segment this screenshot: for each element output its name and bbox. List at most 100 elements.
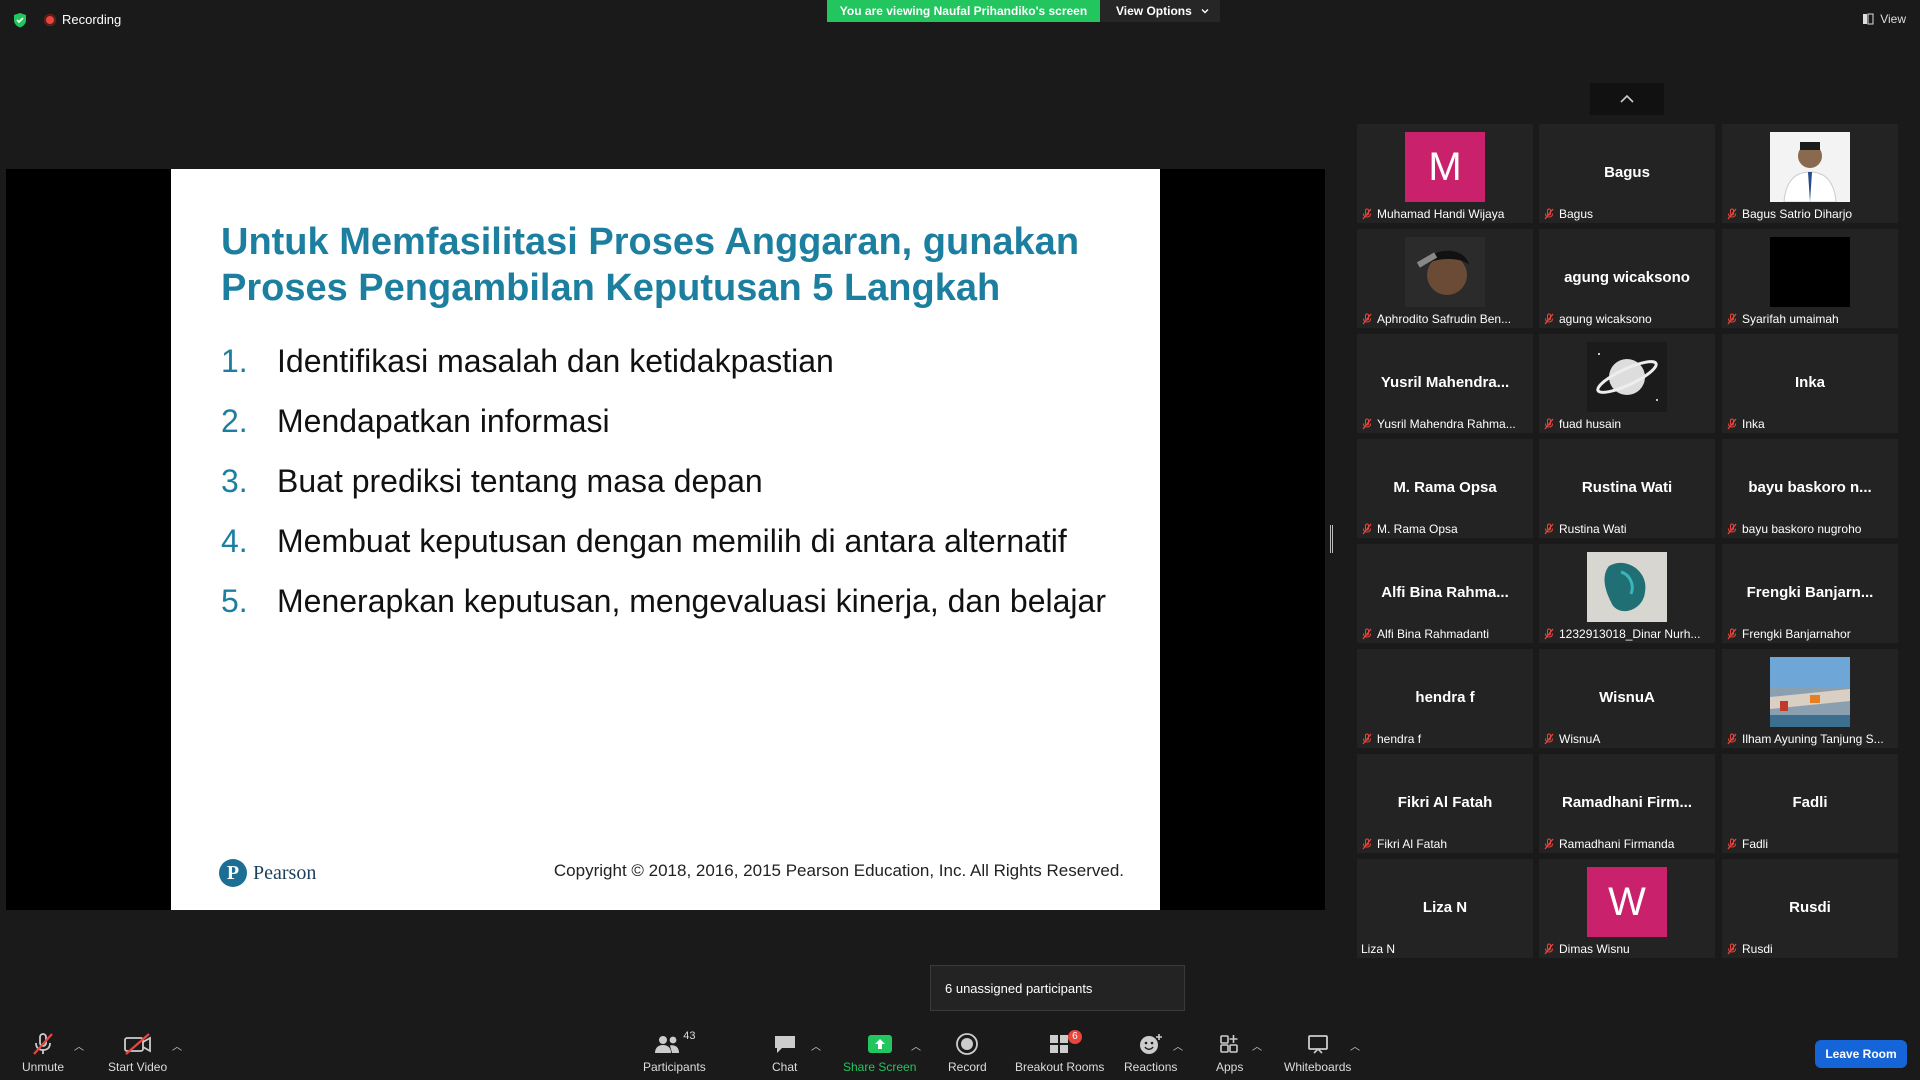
unmute-label: Unmute [22,1060,65,1074]
pearson-logo: P Pearson [219,859,316,887]
apps-icon [1219,1035,1238,1053]
record-button[interactable]: Record [948,1030,987,1074]
participant-name: Rustina Wati [1559,522,1627,536]
slide-step: 1. Identifikasi masalah dan ketidakpastia… [221,341,1121,381]
apps-options-caret-icon[interactable]: ︿ [1252,1038,1262,1053]
participant-tile[interactable]: Inka Inka [1722,334,1898,433]
gallery-collapse-button[interactable] [1590,83,1664,115]
participant-name-label: Muhamad Handi Wijaya [1361,207,1529,221]
participant-tile[interactable]: Fadli Fadli [1722,754,1898,853]
participant-tile[interactable]: bayu baskoro n... bayu baskoro nugroho [1722,439,1898,538]
share-screen-label: Share Screen [843,1060,917,1074]
participant-tile[interactable]: 1232913018_Dinar Nurh... [1539,544,1715,643]
step-text: Mendapatkan informasi [277,403,610,439]
participant-tile[interactable]: agung wicaksono agung wicaksono [1539,229,1715,328]
view-layout-button[interactable]: View [1862,12,1906,26]
start-video-button[interactable]: Start Video [108,1030,167,1074]
participant-name-label: Fadli [1726,837,1894,851]
participant-video-thumbnail [1770,657,1850,727]
participant-name: Inka [1742,417,1765,431]
participant-tile[interactable]: fuad husain [1539,334,1715,433]
participant-tile[interactable]: Rusdi Rusdi [1722,859,1898,958]
participant-tile[interactable]: Alfi Bina Rahma... Alfi Bina Rahmadanti [1357,544,1533,643]
microphone-muted-icon [1726,523,1738,535]
participant-display-name: Ramadhani Firm... [1561,794,1693,811]
participant-name-label: Alfi Bina Rahmadanti [1361,627,1529,641]
breakout-rooms-badge: 6 [1068,1030,1082,1044]
video-options-caret-icon[interactable]: ︿ [172,1038,182,1053]
participant-tile[interactable]: Bagus Satrio Diharjo [1722,124,1898,223]
step-number: 1. [221,343,248,379]
reactions-options-caret-icon[interactable]: ︿ [1173,1038,1183,1053]
participants-label: Participants [643,1060,706,1074]
participant-tile[interactable]: Yusril Mahendra... Yusril Mahendra Rahma.… [1357,334,1533,433]
participant-display-name: Alfi Bina Rahma... [1381,584,1509,601]
unmute-button[interactable]: Unmute [22,1030,64,1074]
microphone-muted-icon [1543,838,1555,850]
participant-name-label: Bagus Satrio Diharjo [1726,207,1894,221]
participant-name: Frengki Banjarnahor [1742,627,1851,641]
view-options-button[interactable]: View Options [1100,0,1220,22]
participant-tile[interactable]: M. Rama Opsa M. Rama Opsa [1357,439,1533,538]
chat-button[interactable]: Chat [772,1030,797,1074]
recording-indicator[interactable]: Recording [44,12,121,27]
participant-tile[interactable]: Fikri Al Fatah Fikri Al Fatah [1357,754,1533,853]
participant-name: Yusril Mahendra Rahma... [1377,417,1516,431]
step-text: Buat prediksi tentang masa depan [277,463,763,499]
reactions-button[interactable]: Reactions [1124,1030,1177,1074]
unassigned-participants-tooltip[interactable]: 6 unassigned participants [930,965,1185,1011]
participant-name: WisnuA [1559,732,1601,746]
participant-tile[interactable]: Bagus Bagus [1539,124,1715,223]
panel-resize-handle[interactable] [1330,525,1333,553]
chevron-up-icon [1620,94,1634,103]
microphone-muted-icon [1543,733,1555,745]
slide-step: 3. Buat prediksi tentang masa depan [221,461,1121,501]
participant-tile[interactable]: Syarifah umaimah [1722,229,1898,328]
participant-tile[interactable]: Ilham Ayuning Tanjung S... [1722,649,1898,748]
shield-icon[interactable] [12,12,28,28]
participant-display-name: bayu baskoro n... [1748,479,1872,496]
apps-button[interactable]: Apps [1216,1030,1243,1074]
chat-options-caret-icon[interactable]: ︿ [811,1038,821,1053]
participants-count: 43 [683,1030,696,1042]
participant-tile[interactable]: W Dimas Wisnu [1539,859,1715,958]
microphone-muted-icon [1726,313,1738,325]
participant-display-name: WisnuA [1599,689,1655,706]
participant-tile[interactable]: Rustina Wati Rustina Wati [1539,439,1715,538]
whiteboards-options-caret-icon[interactable]: ︿ [1350,1038,1360,1053]
share-options-caret-icon[interactable]: ︿ [911,1038,921,1053]
apps-label: Apps [1216,1060,1244,1074]
microphone-muted-icon [1543,943,1555,955]
participant-name: fuad husain [1559,417,1622,431]
participant-name-label: 1232913018_Dinar Nurh... [1543,627,1711,641]
share-screen-button[interactable]: Share Screen [843,1030,916,1074]
whiteboard-icon [1307,1035,1328,1054]
record-icon [956,1033,979,1055]
participant-tile[interactable]: Liza N Liza N [1357,859,1533,958]
participant-tile[interactable]: M Muhamad Handi Wijaya [1357,124,1533,223]
view-options-label: View Options [1116,4,1192,18]
participant-display-name: Bagus [1604,164,1650,181]
participant-name-label: Dimas Wisnu [1543,942,1711,956]
presentation-slide: Untuk Memfasilitasi Proses Anggaran, gun… [171,169,1160,910]
leave-room-button[interactable]: Leave Room [1815,1040,1907,1068]
microphone-muted-icon [33,1033,53,1055]
participant-tile[interactable]: Frengki Banjarn... Frengki Banjarnahor [1722,544,1898,643]
participant-name-label: WisnuA [1543,732,1711,746]
participants-button[interactable]: 43 Participants [643,1030,706,1074]
participant-video-thumbnail [1587,552,1667,622]
participant-name-label: Frengki Banjarnahor [1726,627,1894,641]
slide-title: Untuk Memfasilitasi Proses Anggaran, gun… [221,219,1121,311]
pearson-p-icon: P [219,859,247,887]
participant-name: bayu baskoro nugroho [1742,522,1862,536]
whiteboards-button[interactable]: Whiteboards [1284,1030,1351,1074]
participant-tile[interactable]: hendra f hendra f [1357,649,1533,748]
participant-display-name: Rusdi [1789,899,1831,916]
breakout-rooms-button[interactable]: 6 Breakout Rooms [1015,1030,1104,1074]
participant-tile[interactable]: Aphrodito Safrudin Ben... [1357,229,1533,328]
microphone-muted-icon [1361,628,1373,640]
participant-tile[interactable]: WisnuA WisnuA [1539,649,1715,748]
microphone-muted-icon [1543,523,1555,535]
participant-tile[interactable]: Ramadhani Firm... Ramadhani Firmanda [1539,754,1715,853]
audio-options-caret-icon[interactable]: ︿ [74,1038,84,1053]
